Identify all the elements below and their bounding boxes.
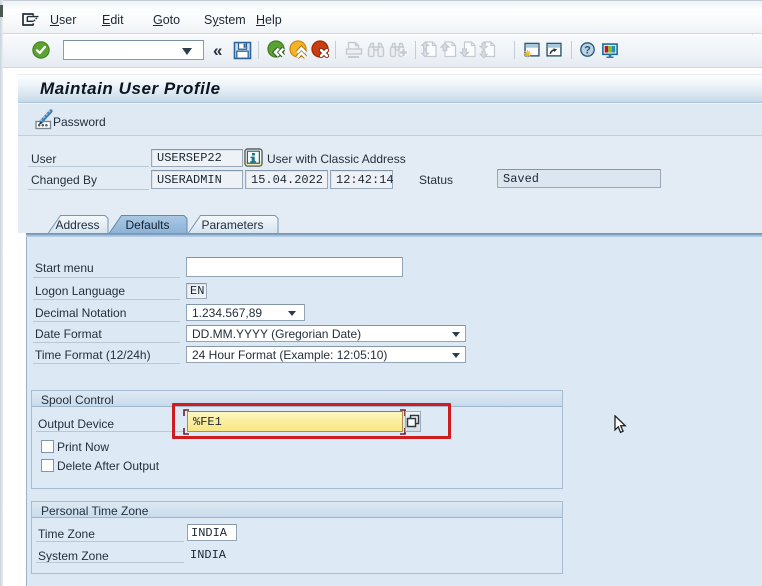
svg-text:Parameters: Parameters: [201, 218, 263, 232]
svg-text:Defaults: Defaults: [125, 218, 169, 232]
svg-text:Address: Address: [55, 218, 99, 232]
svg-text:?: ?: [584, 44, 591, 56]
